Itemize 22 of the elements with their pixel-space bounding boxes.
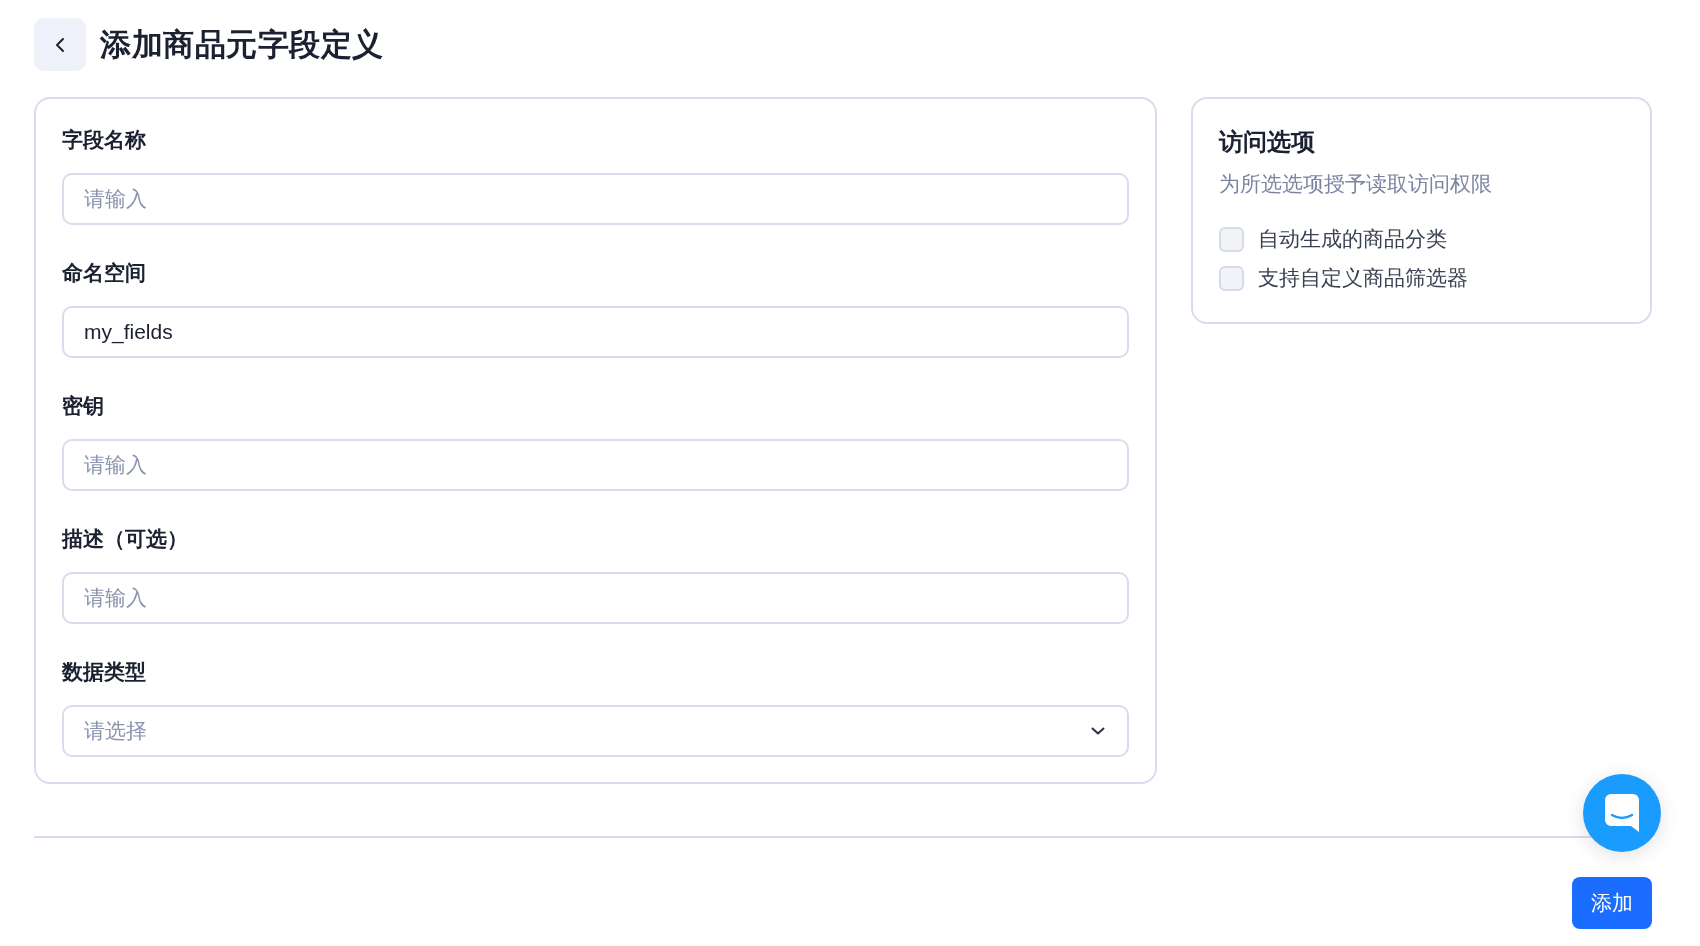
checkbox[interactable] bbox=[1219, 226, 1244, 252]
card-subtitle: 为所选选项授予读取访问权限 bbox=[1219, 171, 1493, 197]
back-button[interactable] bbox=[34, 18, 86, 71]
checkbox-label: 自动生成的商品分类 bbox=[1258, 226, 1447, 252]
chevron-down-icon bbox=[1091, 727, 1105, 735]
field-label: 数据类型 bbox=[62, 659, 146, 685]
checkbox[interactable] bbox=[1219, 265, 1244, 291]
add-button[interactable]: 添加 bbox=[1572, 877, 1652, 929]
field-label: 描述（可选） bbox=[62, 526, 188, 552]
text-input[interactable]: 请输入 bbox=[62, 572, 1129, 624]
select-field[interactable]: 请选择 bbox=[62, 705, 1129, 757]
chevron-left-icon bbox=[55, 36, 65, 53]
text-input[interactable]: 请输入 bbox=[62, 173, 1129, 225]
text-input[interactable]: 请输入 bbox=[62, 439, 1129, 491]
card-title: 访问选项 bbox=[1219, 127, 1316, 157]
field-label: 字段名称 bbox=[62, 127, 146, 153]
field-label: 命名空间 bbox=[62, 260, 146, 286]
page-title: 添加商品元字段定义 bbox=[100, 25, 384, 64]
checkbox-label: 支持自定义商品筛选器 bbox=[1258, 265, 1468, 291]
field-label: 密钥 bbox=[62, 393, 104, 419]
chat-bubble-icon bbox=[1605, 794, 1639, 832]
text-input[interactable]: my_fields bbox=[62, 306, 1129, 358]
